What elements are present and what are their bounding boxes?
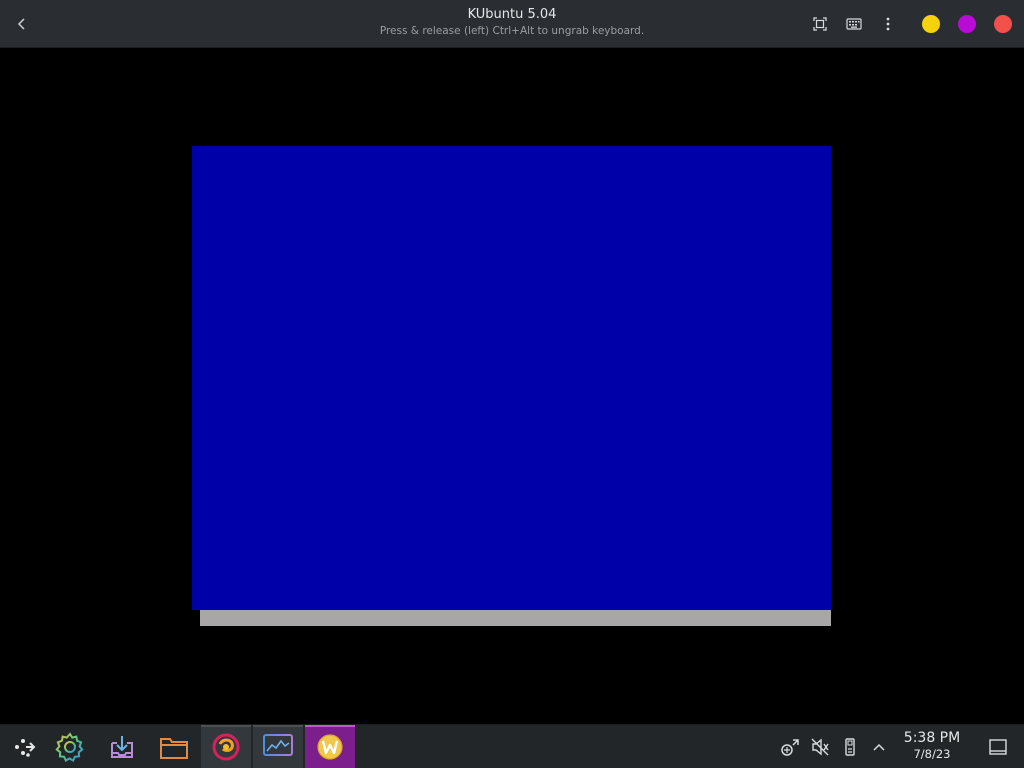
gear-icon (55, 732, 84, 763)
title-bar: KUbuntu 5.04 Press & release (left) Ctrl… (0, 0, 1024, 48)
show-desktop-button[interactable] (986, 735, 1010, 759)
download-box-icon (111, 736, 133, 758)
tray-expand-button[interactable] (867, 735, 891, 759)
back-button[interactable] (8, 10, 36, 38)
minimize-button[interactable] (922, 15, 940, 33)
application-launcher[interactable] (0, 725, 50, 768)
clock-date: 7/8/23 (913, 747, 951, 761)
keyboard-icon (846, 18, 862, 30)
discover-launcher[interactable] (97, 725, 147, 768)
kebab-menu-icon (886, 17, 890, 31)
vm-blue-panel (192, 146, 831, 610)
folder-icon (160, 738, 188, 759)
firefox-task[interactable] (201, 725, 251, 768)
network-icon (781, 739, 799, 756)
firefox-icon (212, 733, 240, 761)
show-desktop-icon (989, 739, 1007, 755)
system-monitor-task[interactable] (253, 725, 303, 768)
vm-display[interactable] (0, 49, 1024, 724)
virtual-machine-task[interactable] (305, 725, 355, 768)
network-tray-button[interactable] (778, 735, 802, 759)
clock[interactable]: 5:38 PM 7/8/23 (896, 730, 968, 761)
storage-tray-button[interactable] (838, 735, 862, 759)
close-button[interactable] (994, 15, 1012, 33)
menu-button[interactable] (876, 12, 900, 36)
file-manager-launcher[interactable] (149, 725, 199, 768)
clock-time: 5:38 PM (903, 730, 961, 746)
fullscreen-icon (813, 17, 827, 31)
fullscreen-button[interactable] (808, 12, 832, 36)
volume-tray-button[interactable] (808, 735, 832, 759)
monitor-graph-icon (263, 734, 293, 760)
volume-muted-icon (811, 738, 829, 756)
launcher-arrows-icon (15, 739, 36, 757)
w-app-icon (317, 734, 343, 760)
back-icon (17, 18, 25, 30)
chevron-up-icon (873, 743, 885, 751)
keyboard-button[interactable] (842, 12, 866, 36)
vm-gray-bar (200, 610, 831, 626)
window-title: KUbuntu 5.04 (467, 7, 557, 22)
window-title-block: KUbuntu 5.04 Press & release (left) Ctrl… (300, 6, 724, 39)
window-subtitle: Press & release (left) Ctrl+Alt to ungra… (379, 25, 645, 37)
usb-drive-icon (845, 738, 855, 756)
taskbar: 5:38 PM 7/8/23 (0, 724, 1024, 768)
maximize-button[interactable] (958, 15, 976, 33)
system-settings-launcher[interactable] (45, 725, 95, 768)
